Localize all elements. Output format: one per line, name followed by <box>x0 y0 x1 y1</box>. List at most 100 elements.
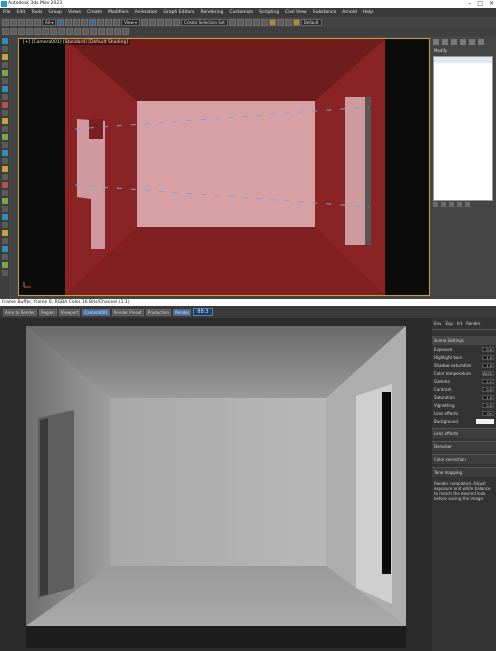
selection-set-dropdown[interactable]: Create Selection Set <box>181 18 228 26</box>
production-dropdown[interactable]: Production <box>145 308 172 316</box>
tab-exp[interactable]: Exp <box>445 321 452 326</box>
left-tool-icon-21[interactable] <box>1 198 8 204</box>
utilities-icon[interactable] <box>1 78 8 84</box>
spinner-snap-icon[interactable] <box>173 18 181 26</box>
left-tool-icon-11[interactable] <box>1 118 8 124</box>
ribbon-icon-2[interactable] <box>10 28 17 35</box>
link-icon[interactable] <box>18 18 25 26</box>
ribbon-icon-5[interactable] <box>34 28 41 35</box>
motion-tab-icon[interactable] <box>460 39 466 45</box>
left-tool-icon-29[interactable] <box>1 262 8 268</box>
menu-modifiers[interactable]: Modifiers <box>108 10 129 15</box>
menu-scripting[interactable]: Scripting <box>259 10 279 15</box>
section-tone-mapping[interactable]: Tone mapping <box>432 467 496 477</box>
settings-row-value[interactable]: 1.0 <box>482 394 494 400</box>
left-tool-icon-28[interactable] <box>1 254 8 260</box>
ribbon-icon-4[interactable] <box>26 28 33 35</box>
tab-render[interactable]: Render <box>466 321 480 326</box>
settings-row-value[interactable]: 6500 <box>482 370 494 376</box>
menu-edit[interactable]: Edit <box>17 10 26 15</box>
ribbon-icon-14[interactable] <box>106 28 113 35</box>
maximize-icon[interactable]: □ <box>477 0 483 8</box>
pin-stack-icon[interactable] <box>433 202 438 207</box>
ribbon-icon-6[interactable] <box>42 28 49 35</box>
menu-group[interactable]: Group <box>48 10 62 15</box>
reference-coordinate-dropdown[interactable]: View ▾ <box>121 18 141 26</box>
remove-modifier-icon[interactable] <box>457 202 462 207</box>
ribbon-icon-12[interactable] <box>90 28 97 35</box>
hierarchy-icon[interactable] <box>1 54 8 60</box>
left-tool-icon-30[interactable] <box>1 270 8 276</box>
redo-icon[interactable] <box>10 18 17 26</box>
snap-icon[interactable] <box>149 18 157 26</box>
curve-editor-icon[interactable] <box>252 18 260 26</box>
menu-file[interactable]: File <box>3 10 11 15</box>
left-tool-icon-10[interactable] <box>1 110 8 116</box>
rectangular-selection-icon[interactable] <box>73 18 81 26</box>
ribbon-icon-11[interactable] <box>82 28 89 35</box>
modify-tab-icon[interactable] <box>442 39 448 45</box>
menu-rendering[interactable]: Rendering <box>200 10 223 15</box>
left-tool-icon-7[interactable] <box>1 86 8 92</box>
make-unique-icon[interactable] <box>449 202 454 207</box>
create-icon[interactable] <box>1 38 8 44</box>
modifier-list-selected-row[interactable] <box>434 57 492 63</box>
angle-snap-icon[interactable] <box>157 18 165 26</box>
modify-tool-icon[interactable] <box>1 46 8 52</box>
ribbon-icon-3[interactable] <box>18 28 25 35</box>
select-object-icon[interactable] <box>57 18 65 26</box>
area-to-render-dropdown[interactable]: Area to Render <box>3 308 38 316</box>
section-color-correction[interactable]: Color correction <box>432 454 496 464</box>
display-tab-icon[interactable] <box>469 39 475 45</box>
left-tool-icon-15[interactable] <box>1 150 8 156</box>
camera-viewport[interactable]: [+] [Camera001] [Standard] [Default Shad… <box>18 38 430 296</box>
left-tool-icon-9[interactable] <box>1 102 8 108</box>
render-production-icon[interactable] <box>292 18 300 26</box>
left-tool-icon-19[interactable] <box>1 182 8 188</box>
settings-row-value[interactable]: On <box>482 410 494 416</box>
ribbon-icon-7[interactable] <box>50 28 57 35</box>
render-button[interactable]: Render <box>173 308 192 316</box>
motion-icon[interactable] <box>1 62 8 68</box>
display-icon[interactable] <box>1 70 8 76</box>
window-crossing-icon[interactable] <box>81 18 89 26</box>
menu-create[interactable]: Create <box>87 10 102 15</box>
settings-row-value[interactable]: 2.2 <box>482 378 494 384</box>
ribbon-icon-15[interactable] <box>114 28 121 35</box>
left-tool-icon-16[interactable] <box>1 158 8 164</box>
background-color-swatch[interactable] <box>476 418 494 424</box>
left-tool-icon-18[interactable] <box>1 174 8 180</box>
configure-modifier-sets-icon[interactable] <box>465 202 470 207</box>
minimize-icon[interactable]: – <box>468 0 471 8</box>
left-tool-icon-26[interactable] <box>1 238 8 244</box>
mirror-icon[interactable] <box>228 18 236 26</box>
left-tool-icon-25[interactable] <box>1 230 8 236</box>
pivot-center-icon[interactable] <box>141 18 149 26</box>
camera-dropdown[interactable]: Camera001 <box>82 308 110 316</box>
select-by-name-icon[interactable] <box>65 18 73 26</box>
left-tool-icon-22[interactable] <box>1 206 8 212</box>
settings-row-value[interactable]: 0.0 <box>482 346 494 352</box>
render-setup-icon[interactable] <box>276 18 284 26</box>
menu-arnold[interactable]: Arnold <box>342 10 357 15</box>
section-denoiser[interactable]: Denoiser <box>432 441 496 451</box>
bind-space-warp-icon[interactable] <box>34 18 41 26</box>
unlink-icon[interactable] <box>26 18 33 26</box>
left-tool-icon-14[interactable] <box>1 142 8 148</box>
menu-graph-editors[interactable]: Graph Editors <box>164 10 195 15</box>
schematic-view-icon[interactable] <box>260 18 268 26</box>
selection-filter-dropdown[interactable]: All ▾ <box>42 18 57 26</box>
left-tool-icon-12[interactable] <box>1 126 8 132</box>
modifier-list[interactable] <box>433 56 493 201</box>
ribbon-icon-1[interactable] <box>2 28 9 35</box>
menu-views[interactable]: Views <box>68 10 81 15</box>
region-button[interactable]: Region <box>39 308 57 316</box>
settings-row-value[interactable]: 0.0 <box>482 386 494 392</box>
undo-icon[interactable] <box>2 18 9 26</box>
menu-substance[interactable]: Substance <box>313 10 337 15</box>
show-end-result-icon[interactable] <box>441 202 446 207</box>
left-tool-icon-23[interactable] <box>1 214 8 220</box>
settings-row-value[interactable]: 0.0 <box>482 402 494 408</box>
ribbon-icon-10[interactable] <box>74 28 81 35</box>
align-icon[interactable] <box>236 18 244 26</box>
